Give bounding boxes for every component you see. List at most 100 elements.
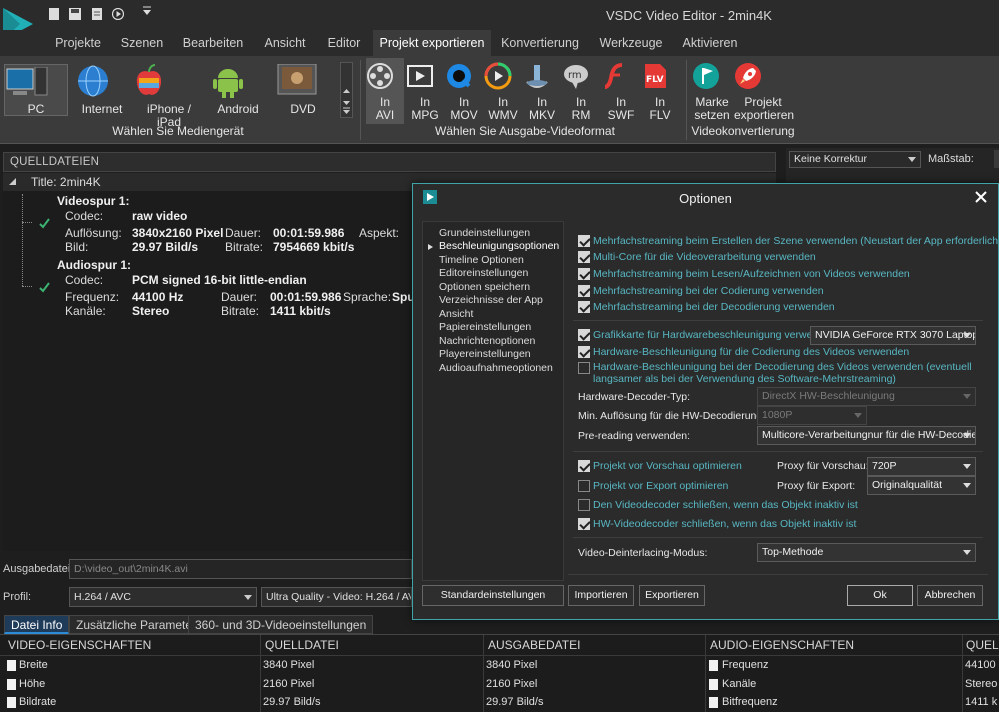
checkbox-encoding-multistreaming[interactable] xyxy=(578,285,590,297)
format-wmv-button[interactable]: In WMV xyxy=(484,58,522,122)
checkbox-multicore[interactable] xyxy=(578,251,590,263)
convert-label-2: exportieren xyxy=(734,108,795,122)
gpu-select[interactable]: NVIDIA GeForce RTX 3070 Laptop xyxy=(810,326,976,345)
proxy-export-select[interactable]: Originalqualität xyxy=(867,476,976,495)
play-icon[interactable] xyxy=(112,8,124,20)
table-cell: Frequenz xyxy=(722,659,769,671)
tab-szenen[interactable]: Szenen xyxy=(115,30,169,56)
profile-select[interactable]: H.264 / AVC xyxy=(69,587,257,607)
checkbox-gpu-acceleration[interactable] xyxy=(578,329,590,341)
document-icon[interactable] xyxy=(91,8,103,20)
deinterlacing-value: Top-Methode xyxy=(762,546,824,558)
format-rm-button[interactable]: rm In RM xyxy=(562,58,600,122)
export-button[interactable]: Exportieren xyxy=(639,585,705,606)
format-mov-button[interactable]: In MOV xyxy=(445,58,483,122)
col-header-source[interactable]: QUELLDATEI xyxy=(265,638,339,652)
option-multicore: Multi-Core für die Videoverarbeitung ver… xyxy=(593,251,816,263)
checkbox-optimize-export[interactable] xyxy=(578,480,590,492)
document-icon xyxy=(7,697,16,708)
checkbox-decoding-multistreaming[interactable] xyxy=(578,301,590,313)
tab-additional-params[interactable]: Zusätzliche Parameter xyxy=(69,615,204,634)
nav-item-directories[interactable]: Verzeichnisse der App xyxy=(439,294,543,306)
svg-text:rm: rm xyxy=(568,70,582,81)
format-flv-button[interactable]: FLV In FLV xyxy=(641,58,679,122)
tab-editor[interactable]: Editor xyxy=(320,30,368,56)
checkbox-scene-multistreaming[interactable] xyxy=(578,235,590,247)
output-file-input[interactable]: D:\video_out\2min4K.avi xyxy=(69,559,412,579)
export-project-button[interactable]: Projekt exportieren xyxy=(734,58,795,122)
dialog-title-bar[interactable]: Optionen xyxy=(413,184,998,211)
nav-item-beschleunigungsoptionen[interactable]: Beschleunigungsoptionen xyxy=(439,240,559,252)
new-file-icon[interactable] xyxy=(48,8,60,20)
checkbox-optimize-preview[interactable] xyxy=(578,460,590,472)
devices-group-label: Wählen Sie Mediengerät xyxy=(112,124,244,138)
dialog-title: Optionen xyxy=(679,191,732,206)
format-swf-button[interactable]: In SWF xyxy=(602,58,640,122)
import-button[interactable]: Importieren xyxy=(568,585,634,606)
nav-item-audio-recording[interactable]: Audioaufnahmeoptionen xyxy=(439,362,553,374)
audio-codec-value: PCM signed 16-bit little-endian xyxy=(132,273,307,287)
tab-ansicht[interactable]: Ansicht xyxy=(258,30,312,56)
checkbox-read-write-multistreaming[interactable] xyxy=(578,268,590,280)
col-header-audio-source[interactable]: QUELL xyxy=(966,638,999,652)
tab-aktivieren[interactable]: Aktivieren xyxy=(675,30,745,56)
marker-flag-icon xyxy=(692,58,732,90)
device-pc-button[interactable]: PC xyxy=(4,64,68,116)
nav-item-save[interactable]: Optionen speichern xyxy=(439,281,530,293)
device-iphone-button[interactable]: iPhone / iPad xyxy=(134,64,204,129)
hw-decoder-type-select[interactable]: DirectX HW-Beschleunigung xyxy=(757,387,976,406)
nav-item-messages[interactable]: Nachrichtenoptionen xyxy=(439,335,535,347)
set-marker-button[interactable]: Marke setzen xyxy=(692,58,732,122)
proxy-preview-select[interactable]: 720P xyxy=(867,457,976,476)
chevron-down-icon xyxy=(963,394,971,399)
tab-360-3d-settings[interactable]: 360- und 3D-Videoeinstellungen xyxy=(188,615,374,634)
table-cell: Höhe xyxy=(19,678,46,690)
frequency-value: 44100 Hz xyxy=(132,290,184,304)
defaults-button[interactable]: Standardeinstellungen xyxy=(422,585,564,606)
document-icon xyxy=(709,660,718,671)
device-gallery-scroll[interactable] xyxy=(340,62,353,118)
collapse-icon[interactable] xyxy=(9,178,17,186)
ok-button[interactable]: Ok xyxy=(847,585,913,606)
checkbox-hw-decoding[interactable] xyxy=(578,362,590,374)
col-header-video-props[interactable]: VIDEO-EIGENSCHAFTEN xyxy=(8,638,151,652)
quick-access-dropdown-icon[interactable] xyxy=(141,5,153,17)
checkbox-close-hw-decoder[interactable] xyxy=(578,518,590,530)
nav-item-timeline[interactable]: Timeline Optionen xyxy=(439,254,524,266)
min-resolution-label: Min. Auflösung für die HW-Decodierung: xyxy=(578,410,766,422)
format-mkv-button[interactable]: In MKV xyxy=(523,58,561,122)
nav-item-grundeinstellungen[interactable]: Grundeinstellungen xyxy=(439,227,530,239)
option-close-hw-decoder: HW-Videodecoder schließen, wenn das Obje… xyxy=(593,518,857,530)
close-icon[interactable] xyxy=(974,190,988,204)
device-android-button[interactable]: Android xyxy=(212,64,264,116)
checkbox-hw-encoding[interactable] xyxy=(578,346,590,358)
format-avi-button[interactable]: In AVI xyxy=(366,58,404,124)
quality-select[interactable]: Ultra Quality - Video: H.264 / AVC; 29.9… xyxy=(261,587,412,607)
tab-konvertierung[interactable]: Konvertierung xyxy=(497,30,583,56)
device-internet-button[interactable]: Internet xyxy=(76,64,128,116)
col-header-output[interactable]: AUSGABEDATEI xyxy=(488,638,580,652)
pre-reading-select[interactable]: Multicore-Verarbeitungnur für die HW-Dec… xyxy=(757,426,976,445)
tab-projekt-exportieren[interactable]: Projekt exportieren xyxy=(373,30,491,56)
nav-item-player[interactable]: Playereinstellungen xyxy=(439,348,531,360)
bitrate-label: Bitrate: xyxy=(225,240,264,254)
deinterlacing-select[interactable]: Top-Methode xyxy=(757,543,976,562)
nav-item-editor[interactable]: Editoreinstellungen xyxy=(439,267,528,279)
nav-item-paper[interactable]: Papiereinstellungen xyxy=(439,321,531,333)
nav-item-view[interactable]: Ansicht xyxy=(439,308,473,320)
apple-icon xyxy=(134,64,204,98)
scale-select[interactable] xyxy=(994,150,999,168)
save-icon[interactable] xyxy=(69,8,81,20)
col-header-audio-props[interactable]: AUDIO-EIGENSCHAFTEN xyxy=(710,638,854,652)
proxy-preview-label: Proxy für Vorschau: xyxy=(777,460,869,472)
tab-werkzeuge[interactable]: Werkzeuge xyxy=(595,30,667,56)
checkbox-close-decoder[interactable] xyxy=(578,499,590,511)
tab-bearbeiten[interactable]: Bearbeiten xyxy=(178,30,248,56)
device-dvd-button[interactable]: DVD xyxy=(272,64,334,116)
tab-projekte[interactable]: Projekte xyxy=(50,30,106,56)
min-resolution-select[interactable]: 1080P xyxy=(757,406,867,425)
format-mpg-button[interactable]: In MPG xyxy=(406,58,444,122)
color-correction-select[interactable]: Keine Korrektur xyxy=(789,151,921,168)
tab-file-info[interactable]: Datei Info xyxy=(4,615,70,634)
cancel-button[interactable]: Abbrechen xyxy=(917,585,983,606)
